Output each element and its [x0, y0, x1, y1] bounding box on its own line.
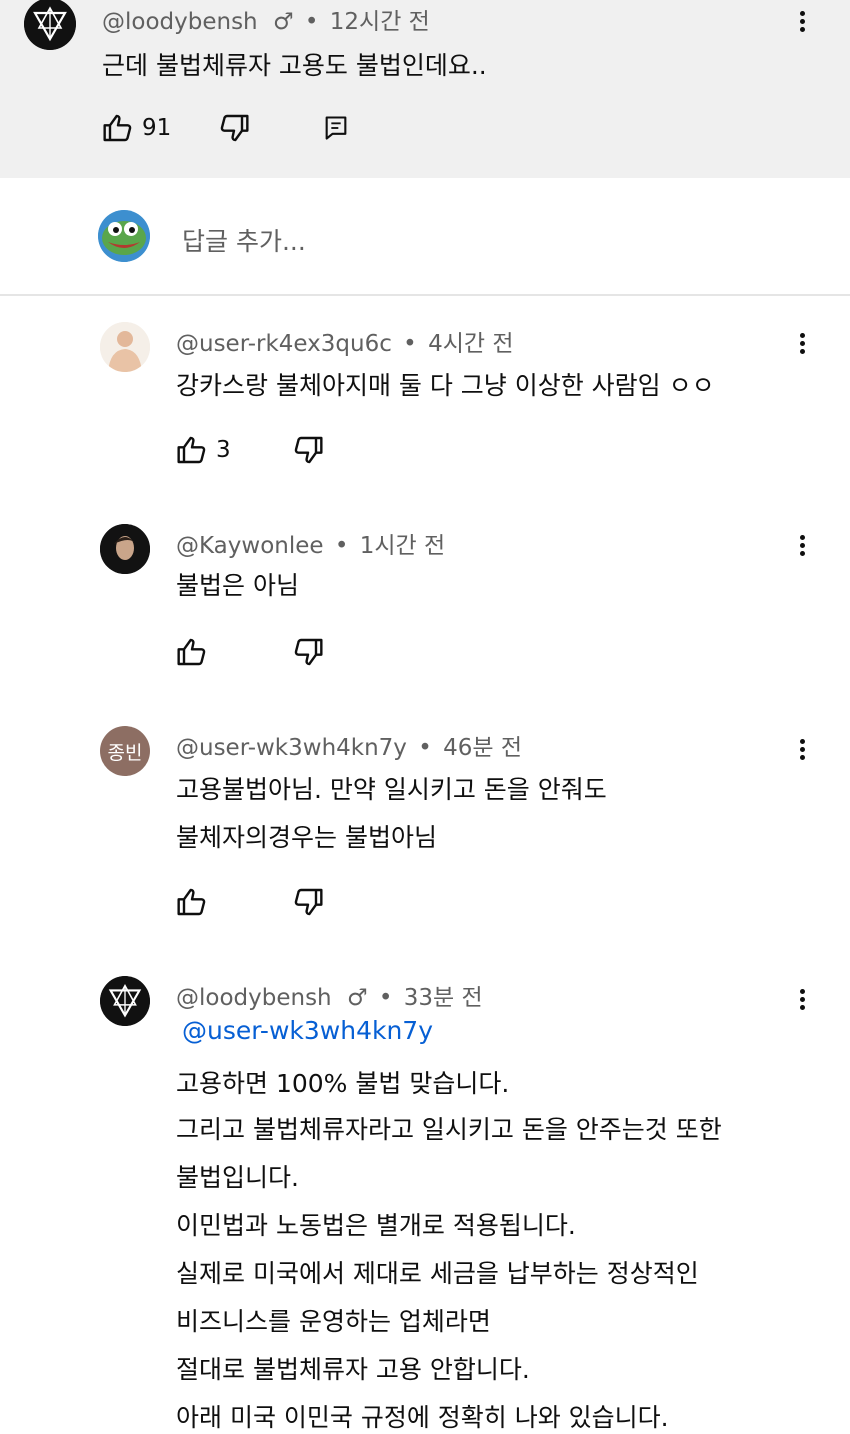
comment-meta: @loodybensh ♂ • 12시간 전 — [102, 9, 430, 35]
like-button[interactable]: 3 — [176, 434, 231, 466]
comment-text-line: 고용하면 100% 불법 맞습니다. — [176, 1069, 510, 1098]
reply-icon — [325, 116, 347, 140]
dislike-button[interactable] — [292, 434, 324, 466]
author-name[interactable]: @user-rk4ex3qu6c — [176, 331, 392, 357]
like-count: 91 — [142, 115, 172, 141]
comment-meta: @Kaywonlee • 1시간 전 — [176, 533, 446, 559]
dislike-button[interactable] — [292, 636, 324, 668]
like-icon — [177, 888, 206, 916]
avatar-initials: 종빈 — [107, 741, 143, 764]
like-button[interactable] — [176, 886, 208, 918]
music-note-icon: ♂ — [272, 9, 294, 35]
comment-meta: @user-wk3wh4kn7y • 46분 전 — [176, 735, 523, 761]
like-button[interactable]: 91 — [102, 112, 171, 144]
mention-link[interactable]: @user-wk3wh4kn7y — [182, 1016, 433, 1045]
add-reply-input[interactable]: 답글 추가... — [182, 222, 306, 258]
more-icon[interactable] — [792, 736, 812, 766]
author-name[interactable]: @loodybensh — [102, 9, 258, 35]
dislike-button[interactable] — [218, 112, 250, 144]
more-icon[interactable] — [792, 8, 812, 38]
comment-text-line: 절대로 불법체류자 고용 안합니다. — [176, 1355, 530, 1384]
author-name[interactable]: @loodybensh — [176, 985, 332, 1011]
comment-text: 근데 불법체류자 고용도 불법인데요.. — [102, 51, 487, 80]
reply-avatar[interactable] — [100, 322, 150, 372]
like-button[interactable] — [176, 636, 208, 668]
person-avatar-icon — [100, 524, 150, 574]
author-name[interactable]: @Kaywonlee — [176, 533, 324, 559]
reply-avatar[interactable]: 종빈 — [100, 726, 150, 776]
like-icon — [177, 638, 206, 666]
more-icon[interactable] — [792, 986, 812, 1016]
comment-text-line: 비즈니스를 운영하는 업체라면 — [176, 1307, 491, 1336]
dislike-icon — [294, 436, 323, 464]
comment-text-line: 그리고 불법체류자라고 일시키고 돈을 안주는것 또한 — [176, 1115, 722, 1144]
frog-avatar-icon — [98, 210, 150, 262]
comment-text-line: 아래 미국 이민국 규정에 정확히 나와 있습니다. — [176, 1403, 669, 1432]
like-count: 3 — [216, 437, 231, 463]
comment-meta: @user-rk4ex3qu6c • 4시간 전 — [176, 331, 514, 357]
reply-avatar[interactable] — [100, 976, 150, 1026]
comment-meta: @loodybensh ♂ • 33분 전 — [176, 985, 483, 1011]
comment-time: 1시간 전 — [359, 533, 446, 559]
comment-text-line: 불법입니다. — [176, 1163, 299, 1192]
dislike-button[interactable] — [292, 886, 324, 918]
parent-comment: @loodybensh ♂ • 12시간 전 근데 불법체류자 고용도 불법인데… — [0, 0, 850, 178]
person-avatar-icon — [100, 322, 150, 372]
comment-text-line: 고용불법아님. 만약 일시키고 돈을 안줘도 — [176, 775, 607, 804]
comment-text: 불법은 아님 — [176, 571, 299, 600]
comment-text-line: 이민법과 노동법은 별개로 적용됩니다. — [176, 1211, 576, 1240]
dislike-icon — [220, 114, 249, 142]
channel-avatar[interactable] — [24, 0, 76, 50]
more-icon[interactable] — [792, 532, 812, 562]
comment-text-line: 불체자의경우는 불법아님 — [176, 823, 437, 852]
dislike-icon — [294, 638, 323, 666]
comment-text-line: 실제로 미국에서 제대로 세금을 납부하는 정상적인 — [176, 1259, 699, 1288]
divider — [0, 294, 850, 296]
user-avatar — [98, 210, 150, 262]
comment-time: 12시간 전 — [329, 9, 430, 35]
comment-time: 33분 전 — [403, 985, 483, 1011]
music-note-icon: ♂ — [346, 985, 368, 1011]
reply-button[interactable] — [322, 114, 350, 142]
triangle-logo-icon — [100, 976, 150, 1026]
dislike-icon — [294, 888, 323, 916]
comment-text: 강카스랑 불체아지매 둘 다 그냥 이상한 사람임 ㅇㅇ — [176, 371, 715, 400]
like-icon — [103, 114, 132, 142]
author-name[interactable]: @user-wk3wh4kn7y — [176, 735, 407, 761]
like-icon — [177, 436, 206, 464]
more-icon[interactable] — [792, 330, 812, 360]
triangle-logo-icon — [24, 0, 76, 50]
comment-time: 4시간 전 — [428, 331, 514, 357]
comment-time: 46분 전 — [443, 735, 523, 761]
reply-avatar[interactable] — [100, 524, 150, 574]
